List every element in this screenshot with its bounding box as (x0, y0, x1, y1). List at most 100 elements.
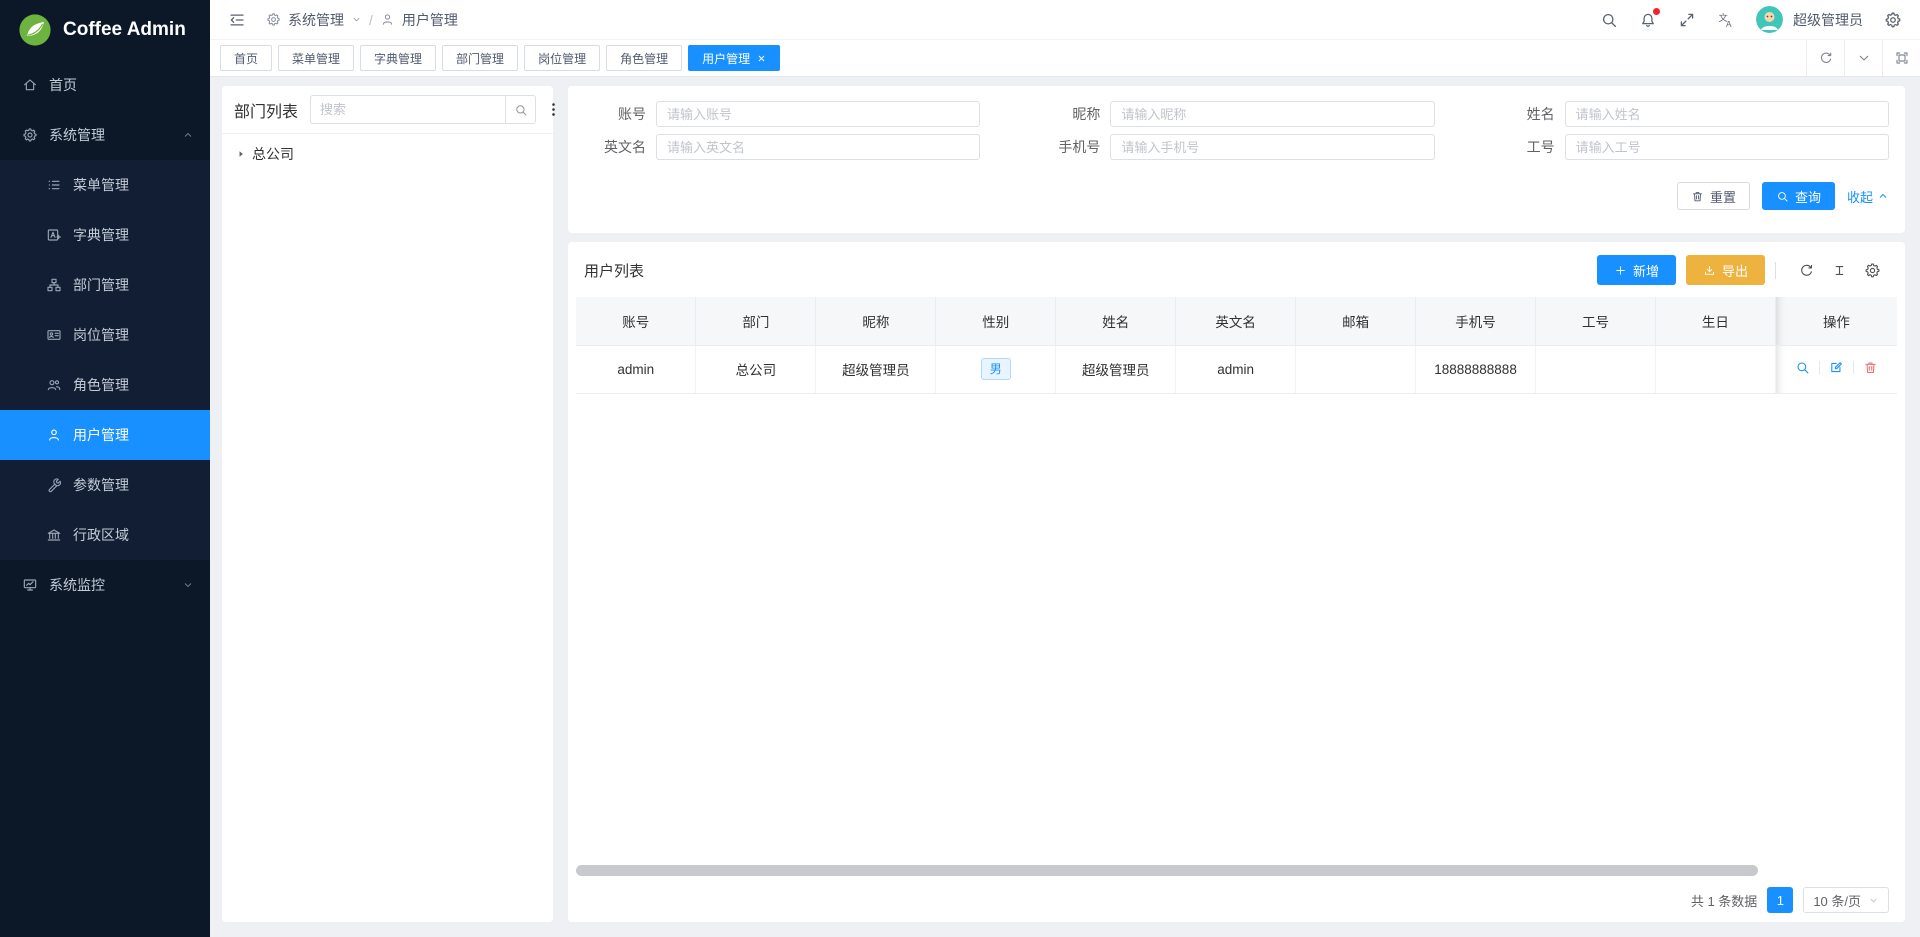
refresh-table-button[interactable] (1798, 262, 1815, 279)
chevron-down-icon (351, 14, 362, 25)
sidebar-item-system-monitor[interactable]: 系统监控 (0, 560, 210, 610)
view-row-button[interactable] (1795, 360, 1810, 375)
sidebar-item-label: 系统管理 (49, 125, 105, 145)
refresh-tab-button[interactable] (1806, 40, 1844, 76)
reset-button[interactable]: 重置 (1677, 182, 1750, 210)
breadcrumb-item: 用户管理 (402, 10, 458, 30)
sidebar-item-system-management[interactable]: 系统管理 (0, 110, 210, 160)
brand-name: Coffee Admin (63, 19, 186, 41)
sidebar-item-label: 系统监控 (49, 575, 105, 595)
sidebar-item-dict-management[interactable]: 字典管理 (0, 210, 210, 260)
phone-input[interactable] (1110, 134, 1434, 160)
sidebar-item-user-management[interactable]: 用户管理 (0, 410, 210, 460)
tab-role-management[interactable]: 角色管理 (606, 45, 682, 71)
reset-button-label: 重置 (1710, 187, 1736, 206)
tab-dept-management[interactable]: 部门管理 (442, 45, 518, 71)
nickname-input[interactable] (1110, 101, 1434, 127)
user-name[interactable]: 超级管理员 (1793, 10, 1863, 30)
scrollbar-thumb[interactable] (576, 865, 1758, 876)
breadcrumb-item[interactable]: 系统管理 (288, 10, 344, 30)
fullscreen-button[interactable] (1678, 11, 1696, 29)
tab-options-button[interactable] (1844, 40, 1882, 76)
tab-home[interactable]: 首页 (220, 45, 272, 71)
field-label: 账号 (568, 104, 656, 124)
search-icon (1600, 11, 1618, 29)
delete-row-button[interactable] (1863, 360, 1878, 375)
sidebar-item-menu-management[interactable]: 菜单管理 (0, 160, 210, 210)
user-list-header: 用户列表 新增 导出 (568, 242, 1905, 297)
page-number-button[interactable]: 1 (1767, 887, 1793, 913)
maximize-icon (1894, 50, 1910, 66)
col-name: 姓名 (1056, 297, 1176, 345)
sidebar-item-admin-region[interactable]: 行政区域 (0, 510, 210, 560)
edit-row-button[interactable] (1829, 360, 1844, 375)
page-size-select[interactable]: 10 条/页 (1803, 887, 1889, 913)
user-table-wrap: 账号 部门 昵称 性别 姓名 英文名 邮箱 手机号 工号 生日 操作 (568, 297, 1905, 394)
department-panel-header: 部门列表 (222, 86, 553, 134)
tab-user-management[interactable]: 用户管理 (688, 45, 780, 71)
filter-field-english-name: 英文名 (568, 134, 980, 160)
english-name-input[interactable] (656, 134, 980, 160)
sidebar-item-dept-management[interactable]: 部门管理 (0, 260, 210, 310)
tab-dict-management[interactable]: 字典管理 (360, 45, 436, 71)
field-label: 工号 (1477, 137, 1565, 157)
leaf-logo-icon (18, 13, 52, 47)
tab-controls (1806, 40, 1920, 76)
cell-work-no (1536, 345, 1656, 393)
action-divider (1819, 361, 1820, 374)
trash-icon (1691, 190, 1704, 203)
monitor-icon (22, 577, 38, 593)
col-work-no: 工号 (1536, 297, 1656, 345)
department-more-button[interactable] (545, 101, 562, 118)
filter-field-work-no: 工号 (1477, 134, 1889, 160)
field-label: 姓名 (1477, 104, 1565, 124)
sidebar-item-label: 用户管理 (73, 425, 129, 445)
table-row[interactable]: admin 总公司 超级管理员 男 超级管理员 admin 1888888888… (576, 345, 1897, 393)
query-button[interactable]: 查询 (1762, 182, 1835, 210)
cell-birthday (1655, 345, 1775, 393)
sidebar-item-home[interactable]: 首页 (0, 60, 210, 110)
row-height-icon (1831, 262, 1848, 279)
cell-gender: 男 (936, 345, 1056, 393)
tab-menu-management[interactable]: 菜单管理 (278, 45, 354, 71)
download-icon (1703, 264, 1716, 277)
collapse-filter-link[interactable]: 收起 (1847, 187, 1889, 206)
export-button[interactable]: 导出 (1686, 255, 1765, 285)
tab-label: 角色管理 (620, 50, 668, 67)
name-input[interactable] (1565, 101, 1889, 127)
toolbar-divider (1775, 262, 1776, 279)
user-avatar[interactable] (1756, 6, 1783, 33)
user-list-title: 用户列表 (584, 260, 644, 281)
settings-button[interactable] (1884, 11, 1902, 29)
export-button-label: 导出 (1722, 261, 1748, 280)
content-fullscreen-button[interactable] (1882, 40, 1920, 76)
search-icon (1776, 190, 1789, 203)
col-department: 部门 (696, 297, 816, 345)
department-search-button[interactable] (505, 95, 536, 124)
collapse-sidebar-button[interactable] (228, 11, 246, 29)
department-search-input[interactable] (310, 95, 505, 124)
col-birthday: 生日 (1655, 297, 1775, 345)
brand[interactable]: Coffee Admin (0, 0, 210, 60)
topbar-actions: 超级管理员 (1600, 6, 1902, 33)
global-search-button[interactable] (1600, 11, 1618, 29)
tree-node-head-office[interactable]: 总公司 (222, 134, 553, 174)
sidebar-item-role-management[interactable]: 角色管理 (0, 360, 210, 410)
sidebar-item-post-management[interactable]: 岗位管理 (0, 310, 210, 360)
sidebar-item-param-management[interactable]: 参数管理 (0, 460, 210, 510)
account-input[interactable] (656, 101, 980, 127)
column-settings-button[interactable] (1864, 262, 1881, 279)
notifications-button[interactable] (1639, 11, 1657, 29)
col-nickname: 昵称 (816, 297, 936, 345)
language-button[interactable] (1717, 11, 1735, 29)
close-icon[interactable] (757, 54, 766, 63)
caret-right-icon[interactable] (236, 149, 246, 159)
tab-post-management[interactable]: 岗位管理 (524, 45, 600, 71)
chevron-up-icon (182, 129, 194, 141)
sidebar-item-label: 菜单管理 (73, 175, 129, 195)
id-badge-icon (46, 327, 62, 343)
work-no-input[interactable] (1565, 134, 1889, 160)
gender-tag: 男 (981, 358, 1011, 380)
add-user-button[interactable]: 新增 (1597, 255, 1676, 285)
row-height-button[interactable] (1831, 262, 1848, 279)
